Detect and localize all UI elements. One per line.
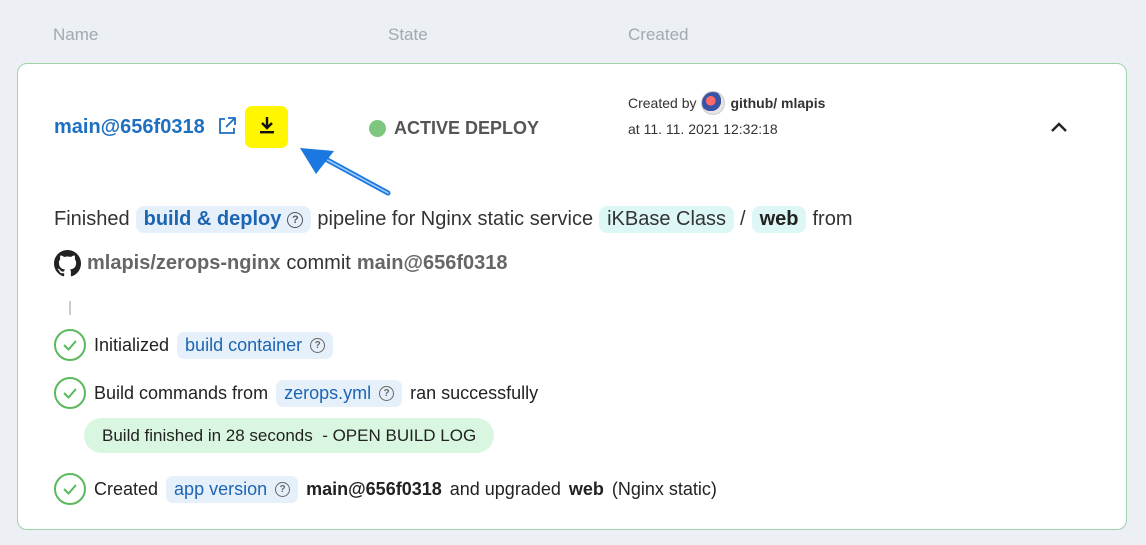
source-info: mlapis/zerops-nginx commit main@656f0318 bbox=[54, 250, 508, 277]
status-dot bbox=[369, 120, 386, 137]
status-label: ACTIVE DEPLOY bbox=[394, 118, 540, 138]
created-by: Created by github/ mlapis bbox=[628, 91, 825, 115]
help-icon[interactable]: ? bbox=[379, 385, 395, 401]
author-name: github/ mlapis bbox=[730, 95, 826, 111]
service-chip[interactable]: web bbox=[751, 206, 807, 233]
app-version-chip[interactable]: app version ? bbox=[166, 475, 299, 503]
github-icon bbox=[54, 250, 81, 277]
column-header-created: Created bbox=[628, 25, 689, 44]
summary-middle: pipeline for Nginx static service bbox=[317, 208, 594, 230]
separator: / bbox=[740, 208, 746, 230]
build-container-chip[interactable]: build container ? bbox=[177, 331, 334, 359]
version-link[interactable]: main@656f0318 bbox=[54, 116, 205, 139]
created-by-label: Created by bbox=[628, 95, 697, 111]
step-text: Initialized bbox=[94, 334, 170, 355]
step-suffix: (Nginx static) bbox=[611, 478, 717, 499]
external-link-icon[interactable] bbox=[217, 116, 237, 136]
help-icon[interactable]: ? bbox=[310, 337, 326, 353]
download-icon bbox=[258, 116, 276, 139]
summary-suffix: from bbox=[812, 208, 853, 230]
chip-label: build container bbox=[185, 334, 303, 355]
commit-ref[interactable]: main@656f0318 bbox=[357, 252, 508, 275]
open-build-log-button[interactable]: Build finished in 28 seconds - OPEN BUIL… bbox=[84, 418, 495, 453]
chevron-up-icon[interactable] bbox=[1047, 116, 1071, 140]
step-text: Created bbox=[94, 478, 159, 499]
service-name: web bbox=[568, 478, 604, 499]
check-circle-icon bbox=[54, 377, 86, 409]
help-icon[interactable]: ? bbox=[287, 211, 304, 228]
check-circle-icon bbox=[54, 329, 86, 361]
app-version-ref: main@656f0318 bbox=[306, 478, 442, 499]
avatar bbox=[701, 91, 726, 115]
download-button[interactable] bbox=[245, 106, 288, 148]
chip-label: zerops.yml bbox=[284, 382, 372, 403]
column-header-name: Name bbox=[53, 25, 99, 44]
step-build-commands: Build commands from zerops.yml ? ran suc… bbox=[54, 377, 538, 409]
step-initialized: Initialized build container ? bbox=[54, 329, 334, 361]
deploy-card: main@656f0318 ACTIVE DEPLOY Created by g… bbox=[17, 63, 1127, 530]
project-chip[interactable]: iKBase Class bbox=[599, 206, 735, 233]
step-middle: and upgraded bbox=[449, 478, 561, 499]
divider bbox=[69, 301, 71, 315]
deploy-status: ACTIVE DEPLOY bbox=[369, 118, 539, 139]
pipeline-summary: Finished build & deploy ? pipeline for N… bbox=[54, 206, 852, 233]
chip-label: app version bbox=[174, 478, 268, 499]
step-suffix: ran successfully bbox=[410, 382, 539, 403]
check-circle-icon bbox=[54, 473, 86, 505]
summary-prefix: Finished bbox=[54, 208, 130, 230]
commit-label: commit bbox=[286, 252, 351, 274]
column-header-state: State bbox=[388, 25, 428, 44]
build-deploy-chip[interactable]: build & deploy ? bbox=[135, 206, 312, 233]
step-created: Created app version ? main@656f0318 and … bbox=[54, 473, 717, 505]
build-deploy-label: build & deploy bbox=[143, 208, 282, 230]
zerops-yml-chip[interactable]: zerops.yml ? bbox=[276, 379, 403, 407]
help-icon[interactable]: ? bbox=[275, 481, 291, 497]
annotation-arrow-icon bbox=[300, 148, 391, 196]
step-text: Build commands from bbox=[94, 382, 269, 403]
repo-name[interactable]: mlapis/zerops-nginx bbox=[87, 252, 280, 275]
created-at: at 11. 11. 2021 12:32:18 bbox=[628, 121, 778, 137]
